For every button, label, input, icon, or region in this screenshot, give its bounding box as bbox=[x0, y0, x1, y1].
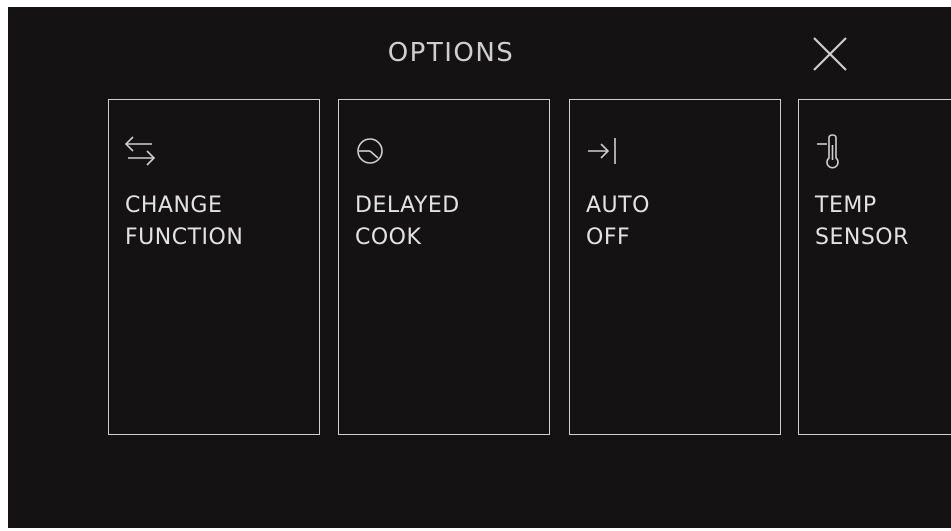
clock-icon bbox=[353, 133, 389, 169]
option-label-line2: FUNCTION bbox=[125, 225, 244, 250]
option-label-line1: CHANGE bbox=[125, 193, 223, 218]
option-label-line2: SENSOR bbox=[815, 225, 909, 250]
close-button[interactable] bbox=[809, 33, 851, 75]
option-card-delayed-cook[interactable]: DELAYED COOK bbox=[338, 99, 550, 435]
arrow-to-bar-icon bbox=[584, 133, 620, 169]
thermometer-icon bbox=[813, 133, 849, 169]
option-label: DELAYED COOK bbox=[355, 190, 460, 254]
option-label-line1: AUTO bbox=[586, 193, 650, 218]
page-title: OPTIONS bbox=[387, 38, 515, 68]
option-label: AUTO OFF bbox=[586, 190, 650, 254]
option-label-line1: DELAYED bbox=[355, 193, 460, 218]
option-card-temp-sensor[interactable]: TEMP SENSOR bbox=[798, 99, 951, 435]
options-screen: OPTIONS CHANGE FUNCTION DELAYED COOK AUT… bbox=[8, 7, 951, 528]
close-icon bbox=[809, 33, 851, 75]
option-label-line1: TEMP bbox=[815, 193, 877, 218]
option-card-auto-off[interactable]: AUTO OFF bbox=[569, 99, 781, 435]
option-label: TEMP SENSOR bbox=[815, 190, 909, 254]
swap-arrows-icon bbox=[123, 133, 159, 169]
option-card-change-function[interactable]: CHANGE FUNCTION bbox=[108, 99, 320, 435]
option-label-line2: OFF bbox=[586, 225, 631, 250]
option-label-line2: COOK bbox=[355, 225, 422, 250]
option-label: CHANGE FUNCTION bbox=[125, 190, 243, 254]
